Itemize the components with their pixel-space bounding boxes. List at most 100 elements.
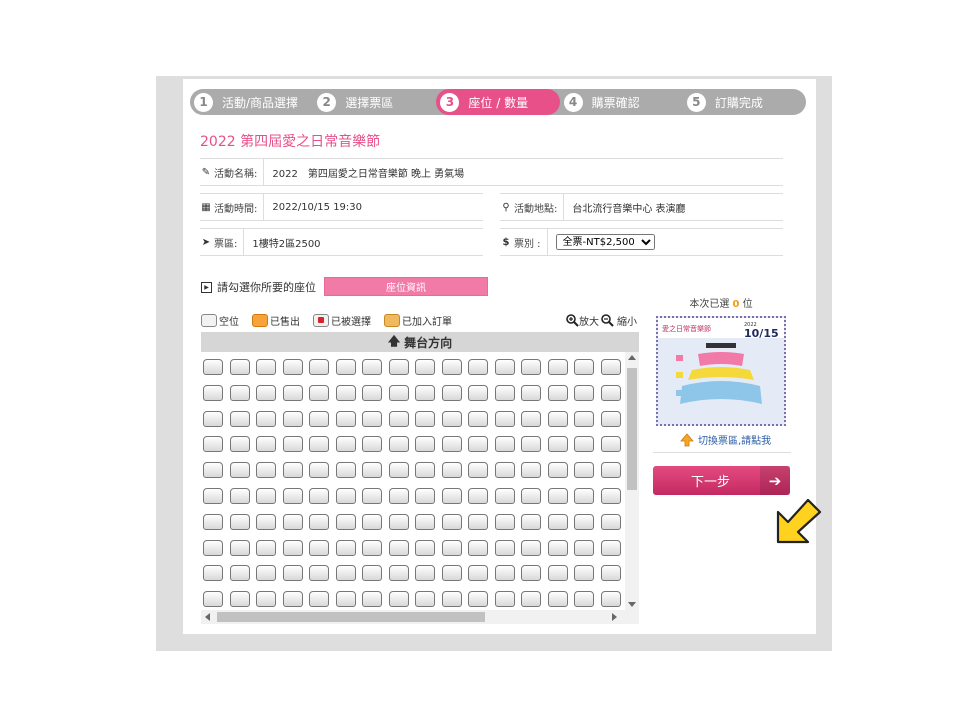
seat[interactable] (415, 539, 435, 556)
seat[interactable] (362, 410, 382, 427)
seat[interactable] (600, 359, 621, 375)
seat[interactable] (574, 591, 594, 608)
seat[interactable] (574, 436, 594, 453)
seat[interactable] (600, 384, 621, 401)
seat[interactable] (282, 539, 303, 556)
seat[interactable] (600, 410, 621, 427)
seat[interactable] (521, 513, 541, 530)
seat[interactable] (441, 462, 462, 479)
seat[interactable] (282, 591, 303, 608)
seat[interactable] (521, 591, 541, 608)
seat[interactable] (415, 410, 435, 427)
seat[interactable] (309, 565, 329, 582)
seat[interactable] (547, 410, 568, 427)
seat[interactable] (282, 384, 303, 401)
seat[interactable] (600, 565, 621, 582)
seat[interactable] (547, 591, 568, 608)
seat[interactable] (335, 488, 356, 504)
seat[interactable] (362, 462, 382, 479)
seat[interactable] (415, 384, 435, 401)
seat[interactable] (256, 462, 276, 479)
switch-area-label[interactable]: 切換票區,請點我 (698, 432, 771, 447)
seat[interactable] (574, 488, 594, 504)
seat[interactable] (229, 591, 250, 608)
step-1[interactable]: 1 活動/商品選擇 (190, 89, 313, 115)
ticket-type-select[interactable]: 全票-NT$2,500 (555, 234, 655, 250)
seat[interactable] (229, 359, 250, 375)
seat[interactable] (335, 591, 356, 608)
seat[interactable] (468, 462, 488, 479)
seat[interactable] (203, 591, 223, 608)
zoom-out-icon[interactable] (601, 314, 614, 327)
seat[interactable] (521, 488, 541, 504)
seat[interactable] (388, 591, 409, 608)
seat[interactable] (362, 591, 382, 608)
seat[interactable] (203, 488, 223, 504)
seat[interactable] (256, 591, 276, 608)
seat[interactable] (256, 384, 276, 401)
seat[interactable] (362, 539, 382, 556)
seat[interactable] (362, 436, 382, 453)
seat[interactable] (335, 384, 356, 401)
seat[interactable] (600, 539, 621, 556)
seat[interactable] (574, 565, 594, 582)
seat[interactable] (574, 539, 594, 556)
seat[interactable] (468, 488, 488, 504)
seat[interactable] (203, 565, 223, 582)
seat[interactable] (494, 565, 515, 582)
seat[interactable] (282, 513, 303, 530)
seat[interactable] (309, 410, 329, 427)
seat[interactable] (415, 462, 435, 479)
scroll-thumb[interactable] (627, 368, 637, 490)
seat[interactable] (309, 359, 329, 375)
seat[interactable] (282, 410, 303, 427)
seat[interactable] (203, 513, 223, 530)
seat[interactable] (335, 513, 356, 530)
seat[interactable] (441, 539, 462, 556)
zoom-out-label[interactable]: 縮小 (617, 313, 637, 328)
seat[interactable] (441, 436, 462, 453)
seat[interactable] (362, 513, 382, 530)
seat[interactable] (335, 359, 356, 375)
seat[interactable] (388, 384, 409, 401)
seat[interactable] (574, 359, 594, 375)
seat[interactable] (335, 565, 356, 582)
seat[interactable] (335, 410, 356, 427)
seat[interactable] (309, 539, 329, 556)
seat[interactable] (256, 565, 276, 582)
seat[interactable] (256, 539, 276, 556)
seat[interactable] (521, 436, 541, 453)
seat[interactable] (441, 488, 462, 504)
seat[interactable] (574, 384, 594, 401)
scroll-up-icon[interactable] (628, 355, 636, 360)
seat[interactable] (521, 539, 541, 556)
seat[interactable] (600, 513, 621, 530)
scroll-thumb[interactable] (217, 612, 485, 622)
seat[interactable] (494, 359, 515, 375)
seat[interactable] (388, 359, 409, 375)
seat[interactable] (521, 462, 541, 479)
seat[interactable] (256, 488, 276, 504)
seat[interactable] (494, 436, 515, 453)
seat[interactable] (229, 462, 250, 479)
seat[interactable] (256, 359, 276, 375)
seat[interactable] (282, 436, 303, 453)
seat[interactable] (468, 359, 488, 375)
seat[interactable] (441, 565, 462, 582)
scroll-right-icon[interactable] (612, 613, 617, 621)
seat[interactable] (600, 591, 621, 608)
seat[interactable] (203, 436, 223, 453)
seat[interactable] (494, 591, 515, 608)
seat[interactable] (229, 565, 250, 582)
seat[interactable] (468, 591, 488, 608)
seat[interactable] (229, 410, 250, 427)
seat[interactable] (229, 513, 250, 530)
seat[interactable] (335, 539, 356, 556)
seat[interactable] (441, 384, 462, 401)
seat[interactable] (362, 565, 382, 582)
seat[interactable] (203, 410, 223, 427)
seat[interactable] (494, 462, 515, 479)
seat[interactable] (547, 462, 568, 479)
seat[interactable] (441, 359, 462, 375)
seat[interactable] (203, 539, 223, 556)
